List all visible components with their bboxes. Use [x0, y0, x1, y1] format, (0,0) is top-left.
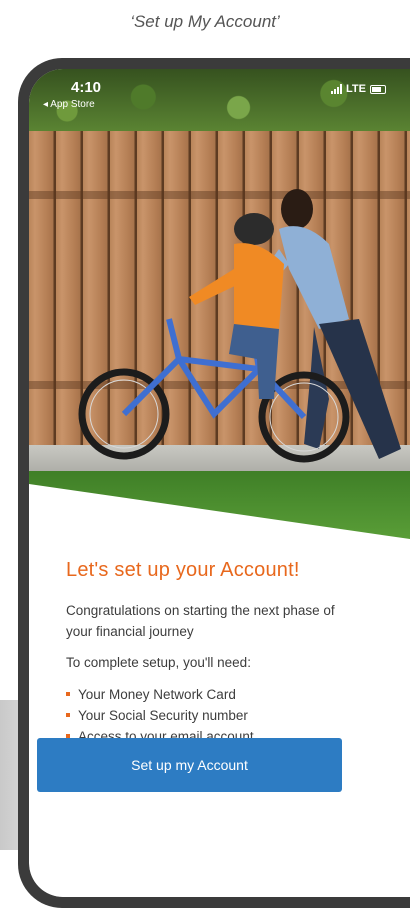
caption: ‘Set up My Account’	[130, 12, 280, 31]
status-time: 4:10	[71, 79, 102, 96]
list-item: Your Money Network Card	[66, 684, 410, 705]
requirement-text: Your Social Security number	[78, 708, 248, 723]
bullet-icon	[66, 713, 70, 717]
network-type: LTE	[346, 83, 366, 95]
battery-icon	[370, 84, 386, 94]
bullet-icon	[66, 692, 70, 696]
set-up-account-button[interactable]: Set up my Account	[37, 738, 342, 792]
intro-text: Congratulations on starting the next pha…	[66, 603, 335, 639]
child-figure	[189, 213, 284, 399]
page: ‘Set up My Account’ 4:10 ◂ App Store LTE…	[0, 0, 410, 911]
back-to-app-store-link[interactable]: ◂ App Store	[43, 99, 95, 110]
status-indicators: LTE	[331, 83, 386, 95]
page-title: Let's set up your Account!	[66, 559, 300, 581]
setup-content: Let's set up your Account! Congratulatio…	[29, 539, 410, 747]
hero-image	[29, 69, 410, 539]
requirement-text: Your Money Network Card	[78, 687, 236, 702]
requirements-label: To complete setup, you'll need:	[66, 655, 251, 670]
bike-scene-illustration	[29, 189, 410, 539]
signal-icon	[331, 84, 343, 94]
list-item: Your Social Security number	[66, 705, 410, 726]
